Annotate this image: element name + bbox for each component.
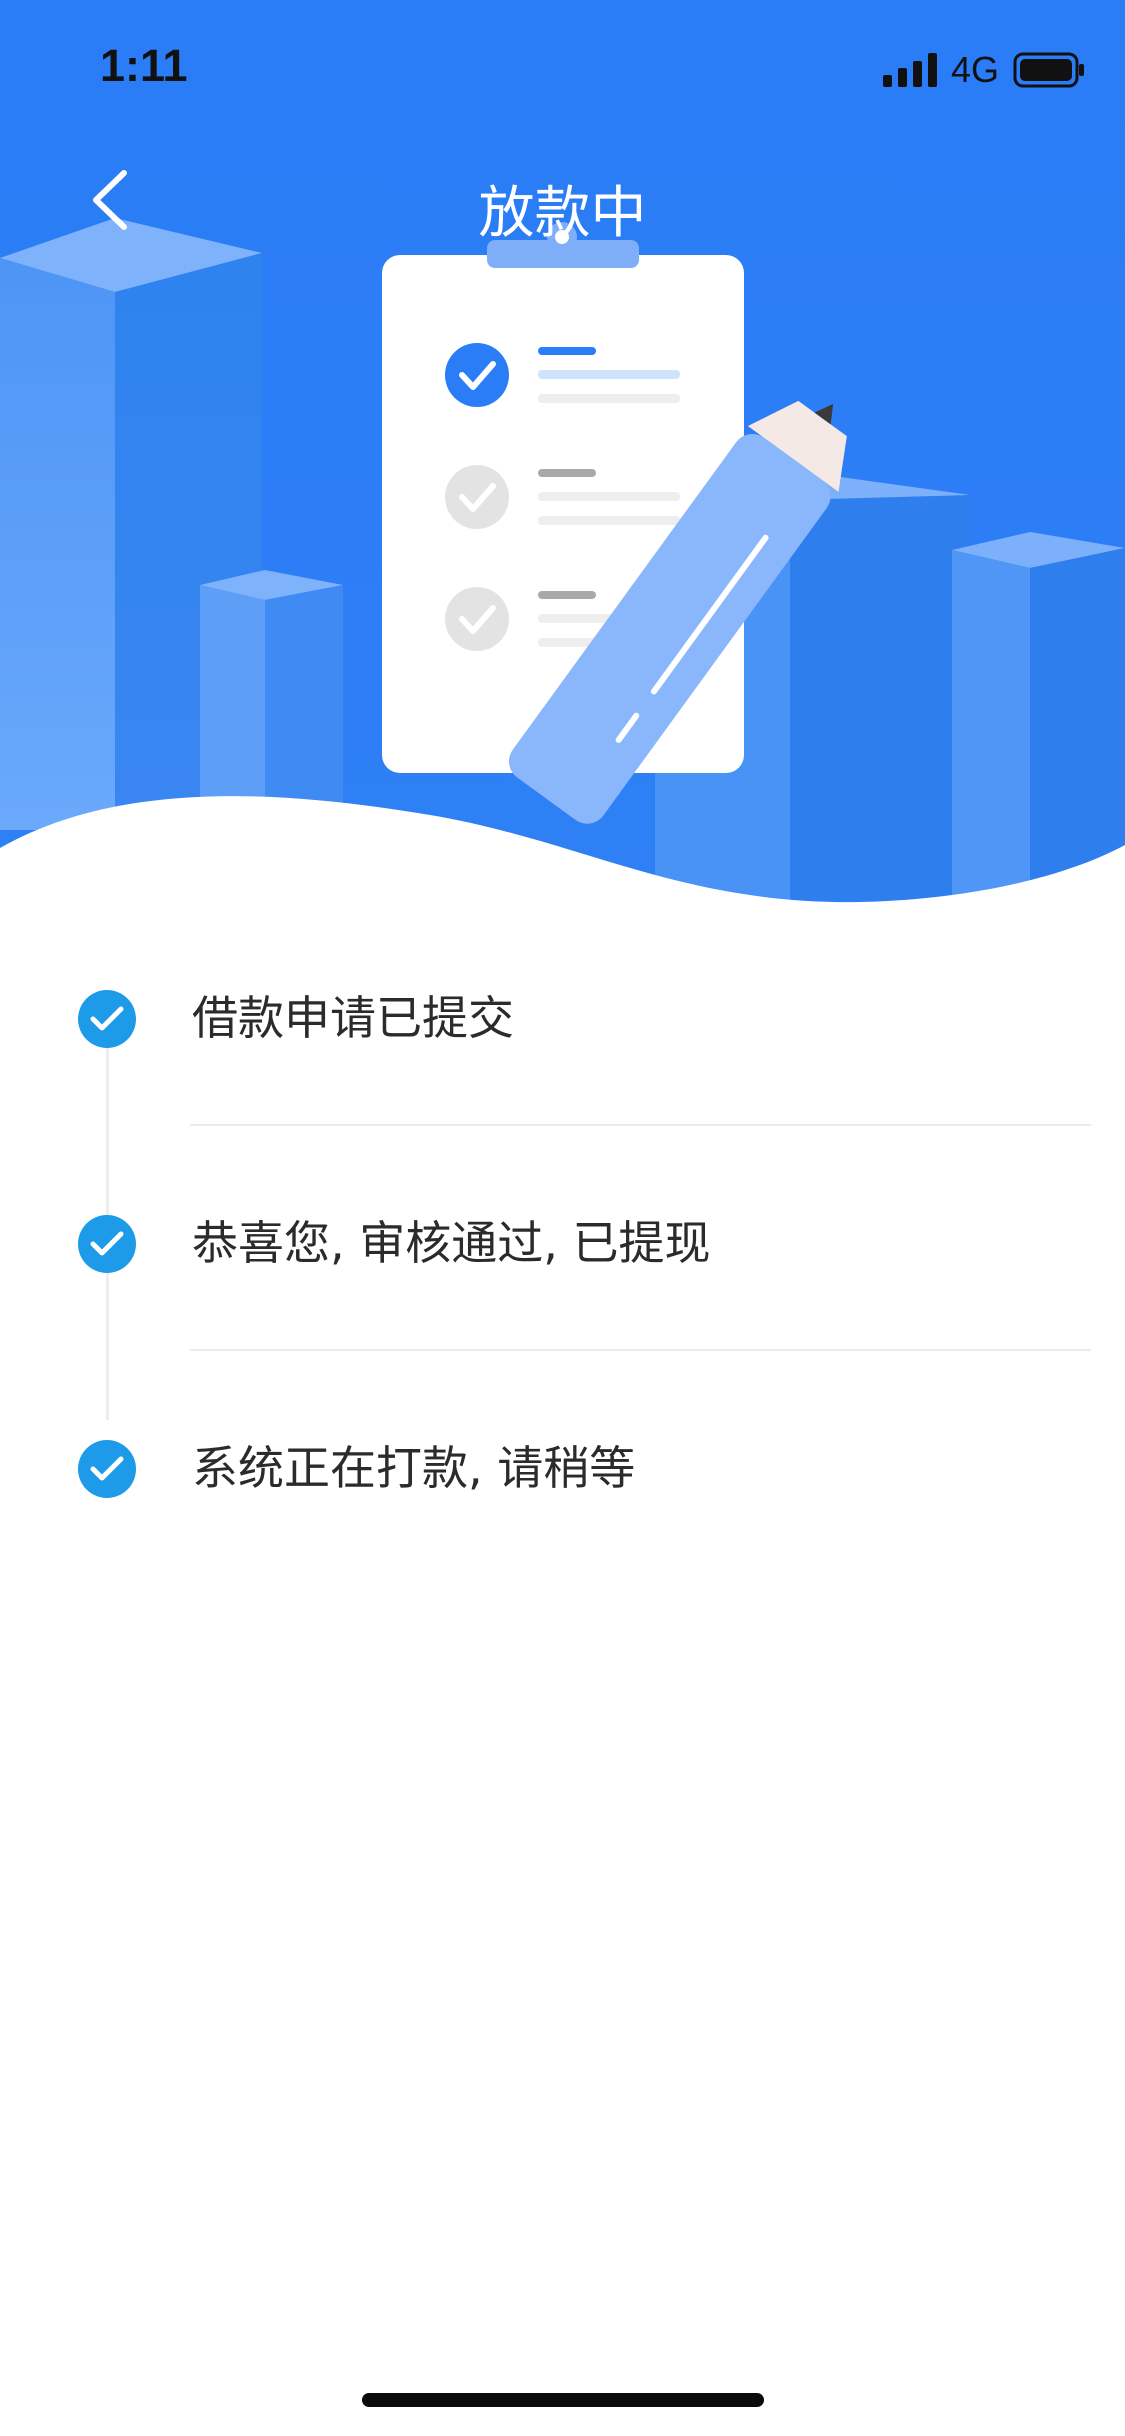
step-label: 借款申请已提交 [192, 991, 514, 1045]
nav-bar: 放款中 [0, 150, 1125, 250]
network-type: 4G [950, 49, 999, 90]
step-label: 系统正在打款, 请稍等 [192, 1441, 636, 1495]
timeline-step: 系统正在打款, 请稍等 [0, 1410, 1125, 1635]
cellular-signal-icon [882, 53, 937, 87]
status-indicators: 4G [882, 48, 1085, 92]
check-icon [78, 990, 136, 1048]
status-bar: 1:11 4G [0, 0, 1125, 140]
check-icon [78, 1440, 136, 1498]
status-time: 1:11 [100, 40, 188, 91]
step-divider [190, 1124, 1091, 1126]
page-title: 放款中 [478, 181, 647, 246]
step-divider [190, 1349, 1091, 1351]
home-indicator[interactable] [362, 2393, 764, 2407]
timeline-step: 借款申请已提交 [0, 960, 1125, 1185]
check-icon [78, 1215, 136, 1273]
timeline-step: 恭喜您, 审核通过, 已提现 [0, 1185, 1125, 1410]
step-label: 恭喜您, 审核通过, 已提现 [192, 1216, 711, 1270]
battery-icon [1013, 52, 1084, 88]
